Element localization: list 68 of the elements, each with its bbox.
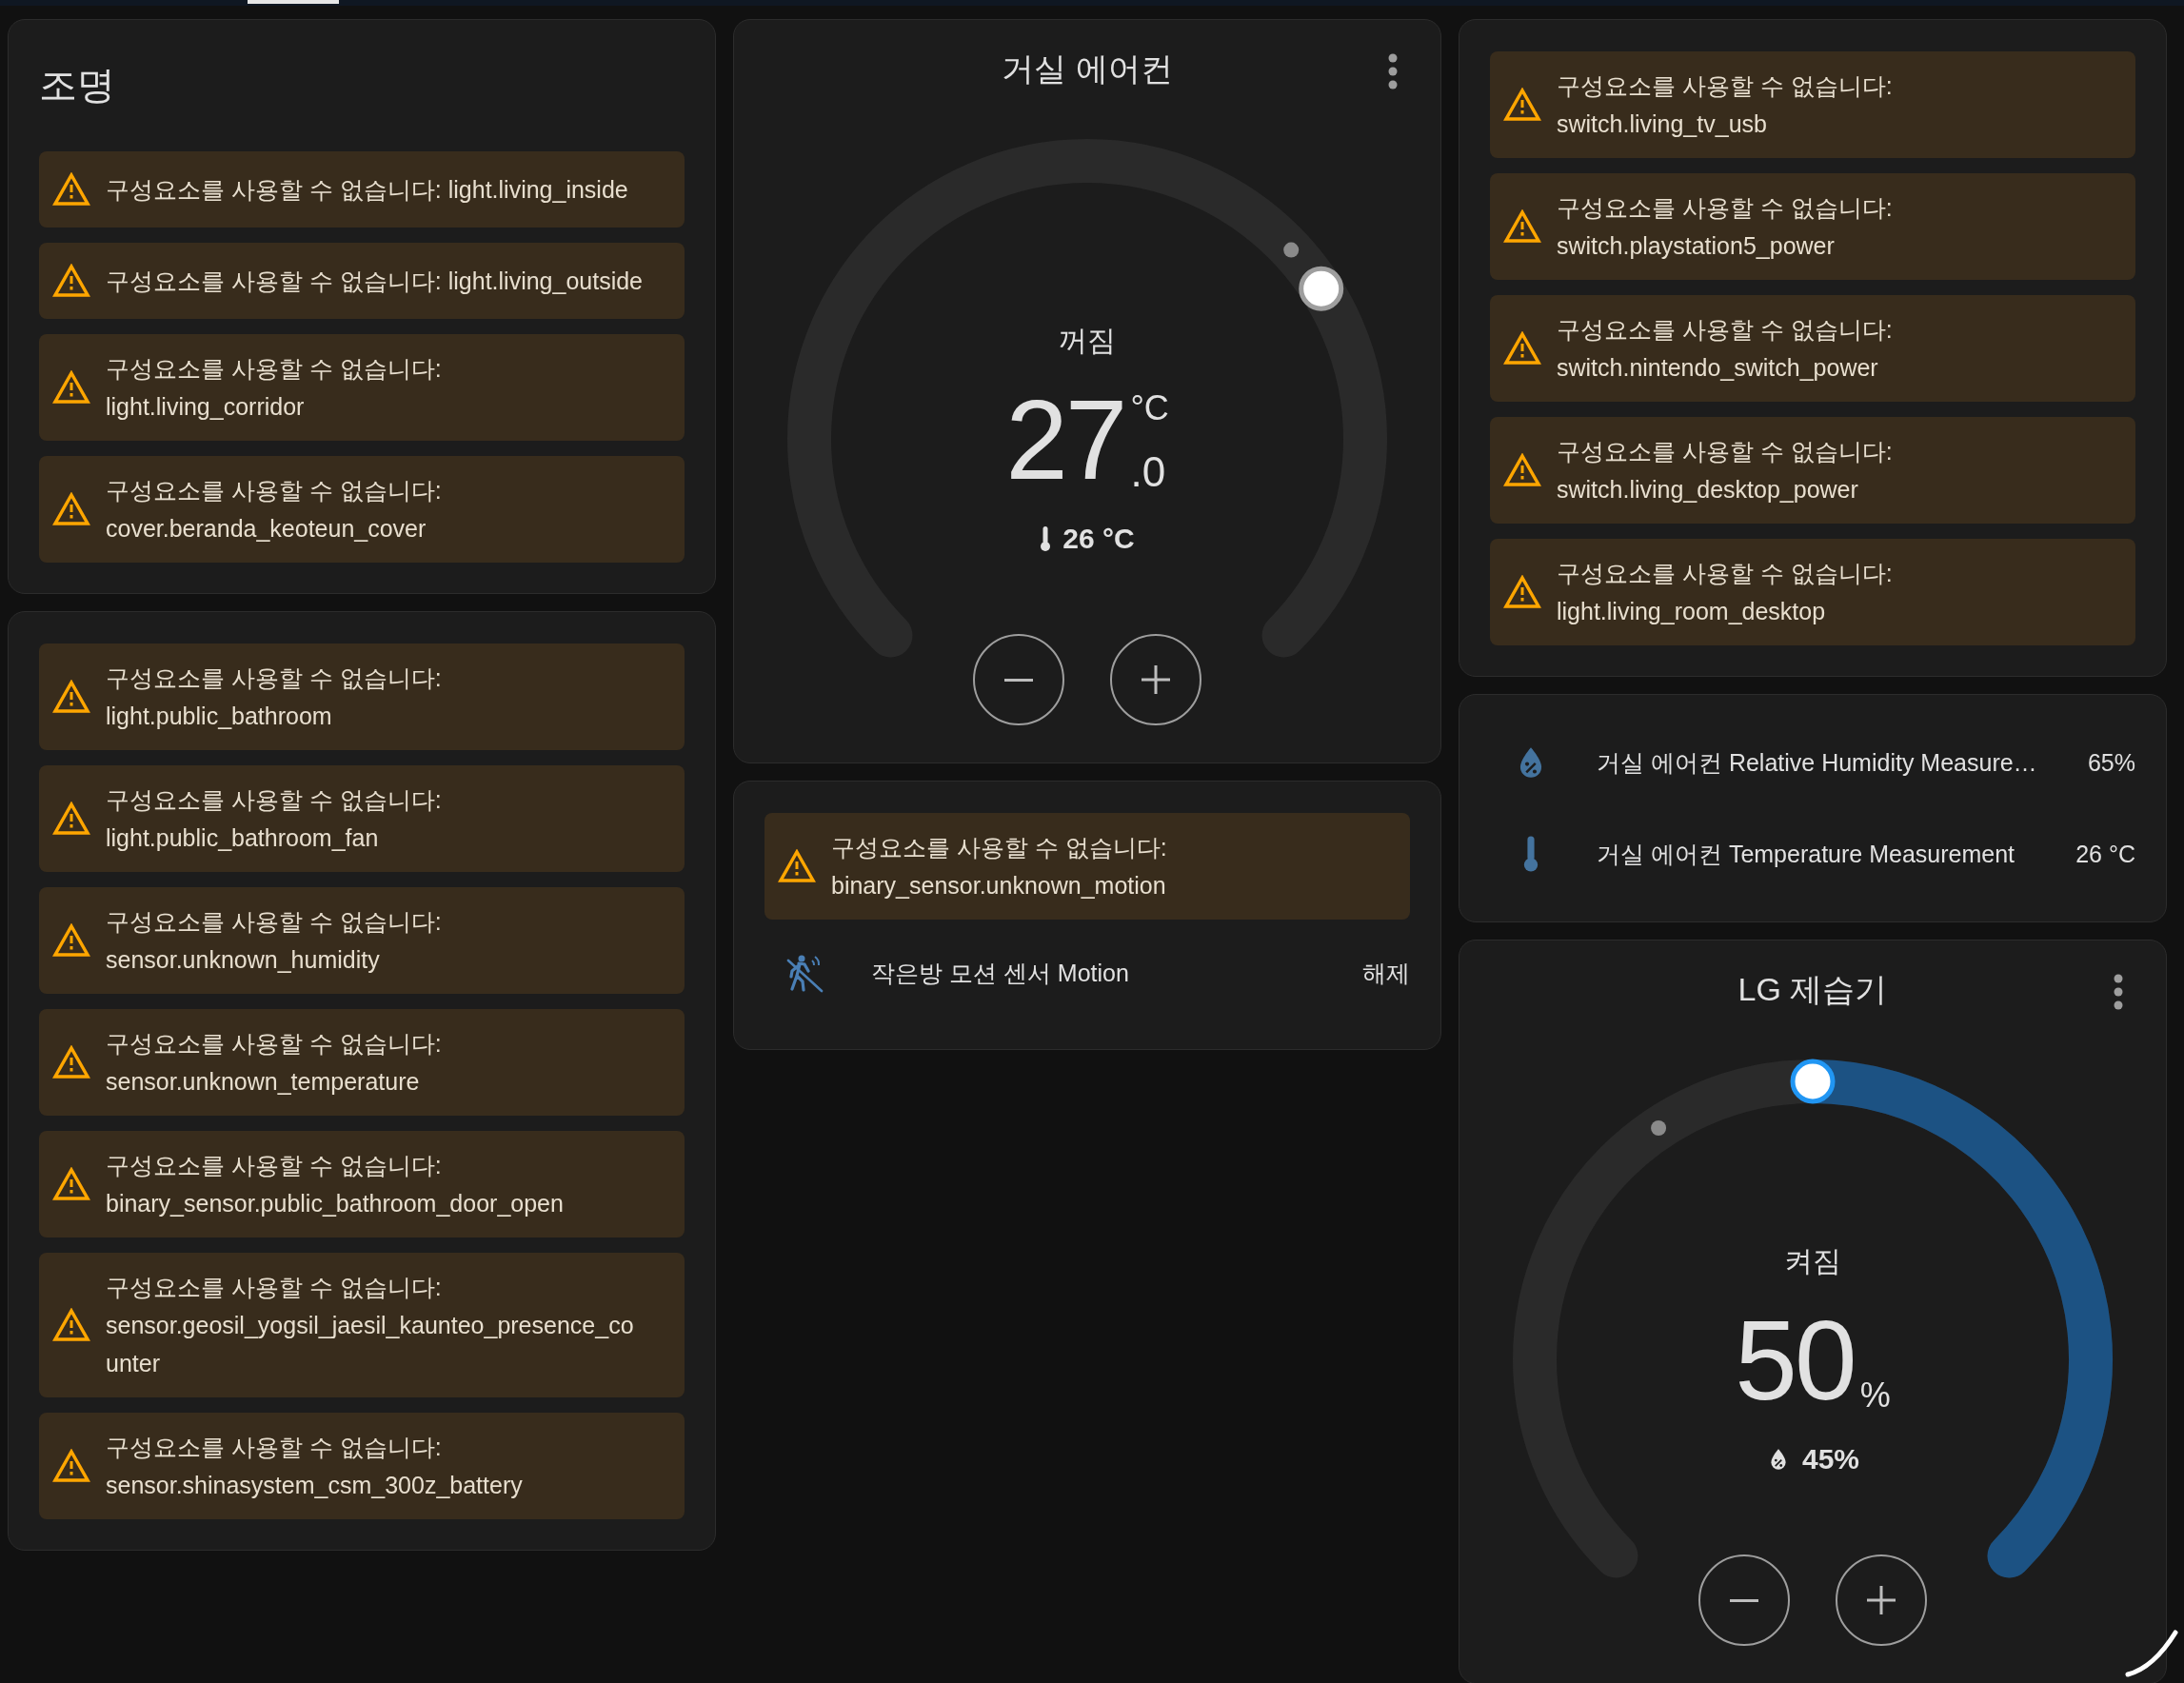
entity-state: 65% <box>2087 748 2135 777</box>
warning-icon <box>52 1449 90 1483</box>
card-title: 거실 에어컨 <box>1002 50 1173 89</box>
decrease-button[interactable] <box>1698 1554 1790 1646</box>
entity-name: 작은방 모션 센서 Motion <box>871 958 1130 988</box>
warning-icon <box>1503 331 1541 366</box>
entity-name: 거실 에어컨 Relative Humidity Measure… <box>1597 747 2038 778</box>
dial-handle[interactable] <box>1299 266 1344 311</box>
increase-button[interactable] <box>1110 634 1201 725</box>
target-value: 50 <box>1735 1305 1855 1416</box>
warning-text: 구성요소를 사용할 수 없습니다: switch.living_desktop_power <box>1557 437 1894 505</box>
decrease-button[interactable] <box>973 634 1064 725</box>
warning-icon <box>778 849 816 883</box>
warning-icon <box>52 923 90 958</box>
dial-handle[interactable] <box>1790 1059 1836 1104</box>
thermometer-icon <box>1522 835 1539 873</box>
plus-icon <box>1142 665 1170 694</box>
warning-icon <box>1503 88 1541 122</box>
warning-icon <box>1503 209 1541 244</box>
resize-handle-icon[interactable] <box>2125 1630 2178 1677</box>
warning-icon <box>1503 575 1541 609</box>
warning-text: 구성요소를 사용할 수 없습니다: light.public_bathroom_fan <box>106 785 443 853</box>
entity-state: 해제 <box>1362 958 1410 988</box>
decimal-value: .0 <box>1130 451 1167 493</box>
walking-person-icon <box>785 953 825 993</box>
warning-icon <box>52 370 90 405</box>
current-value: 45% <box>1801 1442 1859 1476</box>
increase-button[interactable] <box>1836 1554 1927 1646</box>
warning-text: 구성요소를 사용할 수 없습니다: light.living_inside <box>106 175 629 205</box>
warning-icon <box>52 802 90 836</box>
warning-text: 구성요소를 사용할 수 없습니다: light.living_room_desktop <box>1557 559 1894 626</box>
card-title: 조명 <box>39 63 116 108</box>
warning-icon <box>52 492 90 526</box>
mode-state: 꺼짐 <box>1059 324 1116 358</box>
warning-text: 구성요소를 사용할 수 없습니다: sensor.unknown_temperature <box>106 1029 443 1097</box>
warning-text: 구성요소를 사용할 수 없습니다: light.public_bathroom <box>106 663 443 731</box>
warning-text: 구성요소를 사용할 수 없습니다: binary_sensor.unknown_motion <box>831 833 1168 901</box>
warning-icon <box>52 680 90 714</box>
thermometer-icon <box>1040 525 1052 552</box>
entity-name: 거실 에어컨 Temperature Measurement <box>1597 839 2016 869</box>
warning-text: 구성요소를 사용할 수 없습니다: switch.nintendo_switch_power <box>1557 315 1894 383</box>
more-options-icon[interactable] <box>1387 52 1399 90</box>
warning-icon <box>52 1308 90 1342</box>
warning-text: 구성요소를 사용할 수 없습니다: switch.playstation5_power <box>1557 193 1894 261</box>
current-value: 26 °C <box>1062 522 1135 556</box>
plus-icon <box>1867 1586 1896 1614</box>
more-options-icon[interactable] <box>2113 973 2124 1011</box>
warning-text: 구성요소를 사용할 수 없습니다: binary_sensor.public_bathroom_door_open <box>106 1151 565 1218</box>
card-title: LG 제습기 <box>1737 970 1888 1009</box>
target-value: 27 <box>1005 385 1125 495</box>
entity-state: 26 °C <box>2075 840 2135 868</box>
warning-text: 구성요소를 사용할 수 없습니다: sensor.shinasystem_csm_300z_battery <box>106 1433 524 1500</box>
warning-text: 구성요소를 사용할 수 없습니다: light.living_outside <box>106 267 645 296</box>
warning-text: 구성요소를 사용할 수 없습니다: light.living_corridor <box>106 354 443 422</box>
warning-icon <box>52 1167 90 1201</box>
warning-text: 구성요소를 사용할 수 없습니다: sensor.unknown_humidity <box>106 907 443 975</box>
warning-icon <box>52 264 90 298</box>
warning-text: 구성요소를 사용할 수 없습니다: sensor.geosil_yogsil_jaesil_kaunteo_presence_counter <box>106 1273 635 1378</box>
minus-icon <box>1004 678 1033 682</box>
minus-icon <box>1730 1598 1758 1602</box>
mode-state: 켜짐 <box>1784 1244 1841 1278</box>
warning-text: 구성요소를 사용할 수 없습니다: switch.living_tv_usb <box>1557 71 1894 139</box>
unit-label: % <box>1859 1377 1891 1414</box>
warning-text: 구성요소를 사용할 수 없습니다: cover.beranda_keoteun_cover <box>106 476 443 544</box>
warning-icon <box>52 1045 90 1079</box>
unit-label: °C <box>1130 390 1169 426</box>
warning-icon <box>1503 453 1541 487</box>
warning-icon <box>52 172 90 207</box>
